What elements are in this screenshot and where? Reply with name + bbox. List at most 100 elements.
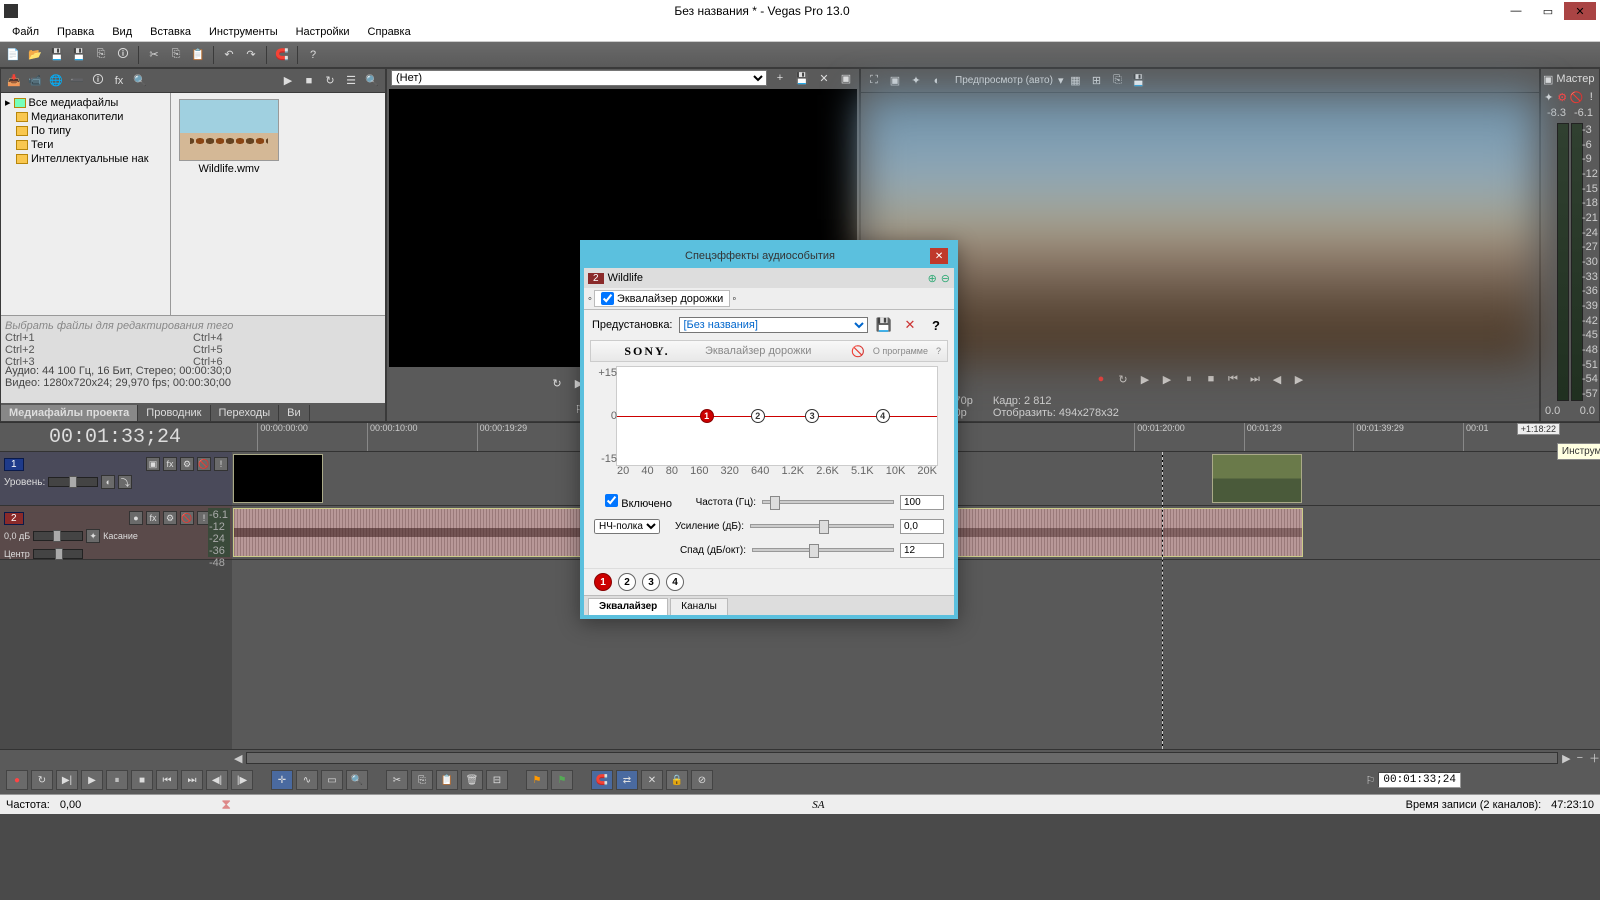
selection-tool[interactable]: ▭ [321, 770, 343, 790]
render-icon[interactable]: ⎘ [92, 46, 110, 64]
save-icon[interactable]: 💾 [48, 46, 66, 64]
zoom-icon[interactable]: 🔍 [363, 72, 381, 90]
go-start-button[interactable]: ⏮ [156, 770, 178, 790]
snap-button[interactable]: 🧲 [591, 770, 613, 790]
prev-start-icon[interactable]: ⏮ [1224, 370, 1242, 388]
freq-slider[interactable] [762, 500, 894, 504]
prev-end-icon[interactable]: ⏭ [1246, 370, 1264, 388]
save-as-icon[interactable]: 💾 [70, 46, 88, 64]
tab-project-media[interactable]: Медиафайлы проекта [1, 405, 138, 421]
preview-viewport[interactable] [863, 95, 1537, 363]
eq-band-3[interactable]: 3 [805, 409, 819, 423]
fx-chain-tab-eq[interactable]: Эквалайзер дорожки [594, 290, 730, 307]
eq-graph[interactable]: +150-15 1 2 3 4 204080 160320640 1.2K2.6… [616, 366, 938, 466]
preview-quality-label[interactable]: Предпросмотр (авто) [955, 75, 1053, 86]
video-clip[interactable] [1212, 454, 1302, 503]
prev-overlays-icon[interactable]: ▦ [1066, 72, 1084, 90]
video-track-header[interactable]: 1 ▣ fx ⚙ 🚫 ! Уровень: ◐ ⤵ [0, 452, 232, 506]
gain-slider[interactable] [750, 524, 894, 528]
playhead[interactable] [1162, 452, 1163, 749]
about-link[interactable]: О программе [873, 346, 928, 356]
prev-pause-icon[interactable]: ⏸ [1180, 370, 1198, 388]
marker-button[interactable]: ⚑ [526, 770, 548, 790]
band-enabled-checkbox[interactable] [605, 494, 618, 507]
fx-enabled-checkbox[interactable] [601, 292, 614, 305]
transport-timecode[interactable]: 00:01:33;24 [1378, 772, 1461, 788]
dialog-titlebar[interactable]: Спецэффекты аудиособытия ✕ [584, 244, 954, 268]
cut-icon[interactable]: ✂ [145, 46, 163, 64]
delete-button[interactable]: 🗑 [461, 770, 483, 790]
menu-edit[interactable]: Правка [49, 24, 102, 40]
add-region-icon[interactable]: + [771, 69, 789, 87]
prev-record-icon[interactable]: ● [1092, 370, 1110, 388]
autoplay-icon[interactable]: ↻ [321, 72, 339, 90]
play-button[interactable]: ▶ [81, 770, 103, 790]
window-maximize-button[interactable]: ▭ [1532, 2, 1564, 20]
preset-help-icon[interactable]: ? [926, 315, 946, 335]
prev-safe-icon[interactable]: ⊞ [1087, 72, 1105, 90]
band-button-2[interactable]: 2 [618, 573, 636, 591]
track-arm-icon[interactable]: ● [129, 511, 143, 525]
master-auto-icon[interactable]: ⚙ [1556, 88, 1567, 106]
auto-crossfade-button[interactable]: ✕ [641, 770, 663, 790]
play-start-button[interactable]: ▶| [56, 770, 78, 790]
next-frame-button[interactable]: |▶ [231, 770, 253, 790]
timeline-marker-badge[interactable]: +1:18:22 [1517, 423, 1560, 435]
master-dim-icon[interactable]: ! [1586, 88, 1597, 106]
preset-save-icon[interactable]: 💾 [874, 315, 894, 335]
prev-loop-icon[interactable]: ↻ [1114, 370, 1132, 388]
prev-play-start-icon[interactable]: ▶ [1136, 370, 1154, 388]
trim-loop-icon[interactable]: ↻ [548, 374, 566, 392]
explorer-thumbs[interactable]: Wildlife.wmv [171, 93, 385, 315]
prev-copy-icon[interactable]: ⎘ [1108, 72, 1126, 90]
slope-input[interactable] [900, 543, 944, 558]
chain-prev-icon[interactable]: ◦ [588, 293, 592, 305]
timeline-scrollbar[interactable]: ◀ ▶ − ＋ [0, 750, 1600, 766]
prev-fx-icon[interactable]: ✦ [907, 72, 925, 90]
paste-icon[interactable]: 📋 [189, 46, 207, 64]
zoom-in-icon[interactable]: ＋ [1589, 750, 1600, 766]
prev-stop-icon[interactable]: ■ [1202, 370, 1220, 388]
prev-save-icon[interactable]: 💾 [1129, 72, 1147, 90]
volume-slider[interactable] [33, 531, 83, 541]
track-fx-icon[interactable]: fx [146, 511, 160, 525]
stop-button[interactable]: ■ [131, 770, 153, 790]
prev-prev-frame-icon[interactable]: ◀ [1268, 370, 1286, 388]
audio-track-header[interactable]: 2 ● fx ⚙ 🚫 ! φ 0,0 дБ ✦ Касание Центр -6… [0, 506, 232, 560]
search-icon[interactable]: 🔍 [131, 72, 149, 90]
touch-icon[interactable]: ✦ [86, 529, 100, 543]
chain-remove-icon[interactable]: ⊖ [941, 272, 950, 285]
new-icon[interactable]: 📄 [4, 46, 22, 64]
undo-icon[interactable]: ↶ [220, 46, 238, 64]
track-mute-icon[interactable]: 🚫 [197, 457, 211, 471]
track-solo-icon[interactable]: ! [214, 457, 228, 471]
delete-region-icon[interactable]: ✕ [815, 69, 833, 87]
band-button-1[interactable]: 1 [594, 573, 612, 591]
master-insert-fx-icon[interactable]: ✦ [1543, 88, 1554, 106]
menu-tools[interactable]: Инструменты [201, 24, 286, 40]
prev-play-icon[interactable]: ▶ [1158, 370, 1176, 388]
ignore-event-button[interactable]: ⊘ [691, 770, 713, 790]
tree-by-type[interactable]: По типу [3, 124, 168, 138]
region-button[interactable]: ⚑ [551, 770, 573, 790]
loop-button[interactable]: ↻ [31, 770, 53, 790]
trimmer-region-select[interactable]: (Нет) [391, 70, 767, 86]
chain-add-icon[interactable]: ⊕ [928, 272, 937, 285]
dialog-close-button[interactable]: ✕ [930, 248, 948, 264]
freq-input[interactable] [900, 495, 944, 510]
prev-project-props-icon[interactable]: ⛶ [865, 72, 883, 90]
fx-icon[interactable]: fx [110, 72, 128, 90]
gain-input[interactable] [900, 519, 944, 534]
normal-edit-tool[interactable]: ✛ [271, 770, 293, 790]
menu-file[interactable]: Файл [4, 24, 47, 40]
prev-split-icon[interactable]: ◐ [928, 72, 946, 90]
tab-transitions[interactable]: Переходы [211, 405, 280, 421]
preset-select[interactable]: [Без названия] [679, 317, 869, 333]
pause-button[interactable]: ⏸ [106, 770, 128, 790]
zoom-tool[interactable]: 🔍 [346, 770, 368, 790]
master-mute-icon[interactable]: 🚫 [1570, 88, 1584, 106]
zoom-out-icon[interactable]: − [1577, 752, 1583, 764]
menu-options[interactable]: Настройки [288, 24, 358, 40]
envelope-tool[interactable]: ∿ [296, 770, 318, 790]
open-icon[interactable]: 📂 [26, 46, 44, 64]
